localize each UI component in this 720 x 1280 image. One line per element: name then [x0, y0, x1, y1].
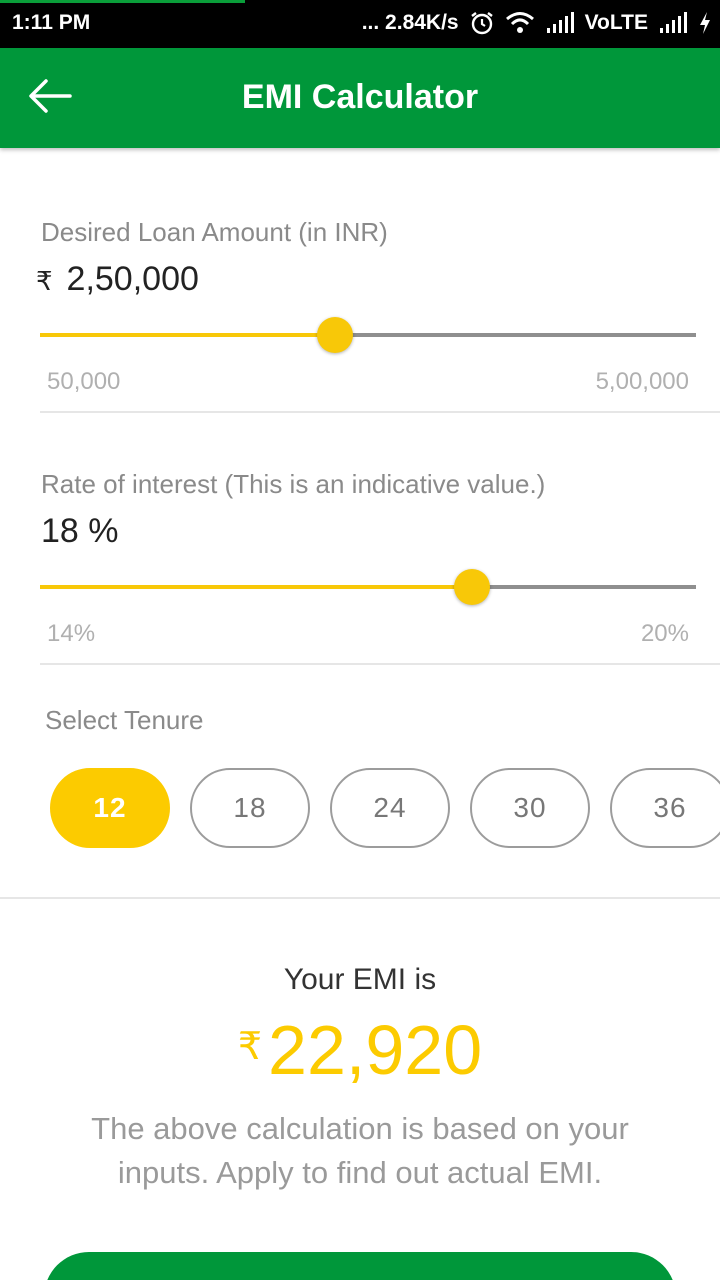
signal-icon [545, 12, 575, 34]
interest-value: 18 % [41, 512, 119, 550]
status-bar: 1:11 PM ... 2.84K/s VoLTE [0, 0, 720, 48]
loan-amount-value: 2,50,000 [66, 260, 199, 298]
network-type: VoLTE [584, 11, 648, 34]
loan-amount-min: 50,000 [47, 368, 121, 395]
app-bar: EMI Calculator [0, 48, 720, 148]
interest-min: 14% [47, 620, 96, 647]
rupee-symbol: ₹ [237, 1026, 263, 1068]
interest-display: 18 % [41, 512, 119, 551]
slider-fill [40, 585, 472, 589]
slider-thumb[interactable] [453, 569, 490, 605]
interest-slider[interactable] [40, 567, 696, 607]
alarm-icon [469, 10, 495, 36]
loan-amount-max: 5,00,000 [595, 368, 689, 395]
loan-amount-display: ₹ 2,50,000 [36, 260, 199, 299]
tenure-option-24[interactable]: 24 [330, 768, 450, 848]
wifi-icon [505, 11, 535, 35]
interest-max: 20% [640, 620, 689, 647]
tenure-option-30[interactable]: 30 [470, 768, 590, 848]
slider-fill [40, 333, 336, 337]
status-icons: ... 2.84K/s VoLTE [362, 10, 712, 36]
divider [40, 411, 720, 413]
tenure-option-36[interactable]: 36 [610, 768, 720, 848]
divider [40, 663, 720, 665]
charging-icon [698, 11, 712, 35]
page-title: EMI Calculator [241, 78, 479, 116]
tenure-label: Select Tenure [45, 705, 204, 735]
emi-note: The above calculation is based on your i… [91, 1111, 629, 1190]
loan-amount-slider[interactable] [40, 315, 696, 355]
interest-label: Rate of interest (This is an indicative … [41, 469, 546, 499]
signal-icon [658, 12, 688, 34]
emi-label: Your EMI is [283, 963, 437, 996]
tenure-option-12[interactable]: 12 [50, 768, 170, 848]
apply-button[interactable] [44, 1252, 676, 1280]
tenure-option-18[interactable]: 18 [190, 768, 310, 848]
slider-thumb[interactable] [317, 317, 354, 353]
status-time: 1:11 PM [12, 11, 91, 34]
loading-progress-line [0, 0, 245, 3]
emi-display: ₹22,920 [0, 1010, 720, 1090]
rupee-symbol: ₹ [36, 266, 53, 296]
divider [0, 897, 720, 899]
interest-range: 14% 20% [47, 620, 689, 648]
loan-amount-label: Desired Loan Amount (in INR) [41, 217, 388, 247]
tenure-options: 12 18 24 30 36 [50, 768, 720, 848]
loan-amount-range: 50,000 5,00,000 [47, 368, 689, 396]
network-speed: ... 2.84K/s [361, 11, 459, 34]
emi-value: 22,920 [268, 1011, 483, 1089]
